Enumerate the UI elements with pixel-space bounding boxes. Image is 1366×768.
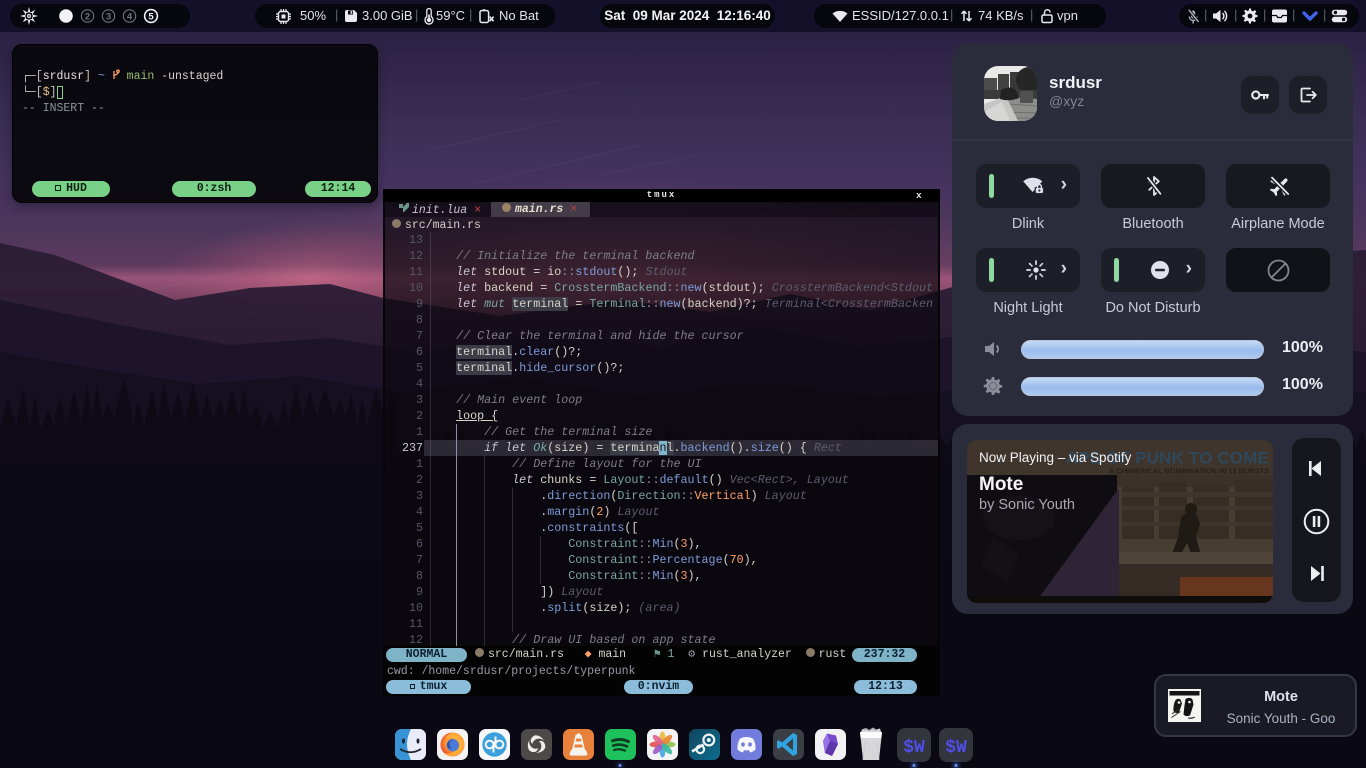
svg-text:3: 3	[106, 11, 111, 22]
svg-text:$W: $W	[903, 738, 925, 758]
svg-text:5: 5	[148, 11, 154, 22]
svg-text:4: 4	[127, 11, 133, 22]
svg-text:$W: $W	[945, 738, 967, 758]
svg-text:2: 2	[85, 11, 90, 22]
